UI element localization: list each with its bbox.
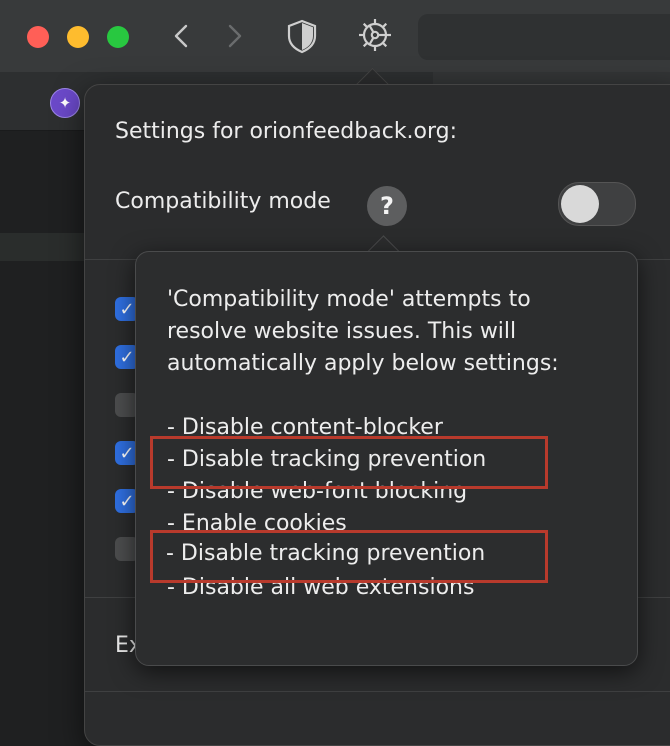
gear-icon[interactable] — [356, 16, 394, 54]
minimize-window-button[interactable] — [67, 26, 89, 48]
divider — [85, 691, 670, 692]
title-bar — [0, 0, 670, 73]
help-button[interactable]: ? — [367, 186, 407, 226]
zoom-window-button[interactable] — [107, 26, 129, 48]
tooltip-line: automatically apply below settings: — [167, 351, 559, 376]
popover-title: Settings for orionfeedback.org: — [115, 119, 458, 144]
tooltip-line: 'Compatibility mode' attempts to — [167, 287, 531, 312]
chevron-left-icon[interactable] — [164, 18, 200, 54]
close-window-button[interactable] — [27, 26, 49, 48]
tooltip-line — [167, 380, 559, 412]
toggle-knob — [561, 185, 599, 223]
compatibility-mode-toggle[interactable] — [558, 182, 636, 226]
highlight-box — [150, 530, 548, 583]
background-panel — [0, 233, 90, 261]
address-bar[interactable] — [418, 14, 670, 60]
shield-icon[interactable] — [285, 18, 319, 54]
highlight-box — [150, 436, 548, 489]
tab-favicon-icon[interactable]: ✦ — [50, 88, 80, 118]
tooltip-line: resolve website issues. This will — [167, 319, 517, 344]
chevron-right-icon[interactable] — [216, 18, 252, 54]
compatibility-mode-label: Compatibility mode — [115, 189, 331, 214]
